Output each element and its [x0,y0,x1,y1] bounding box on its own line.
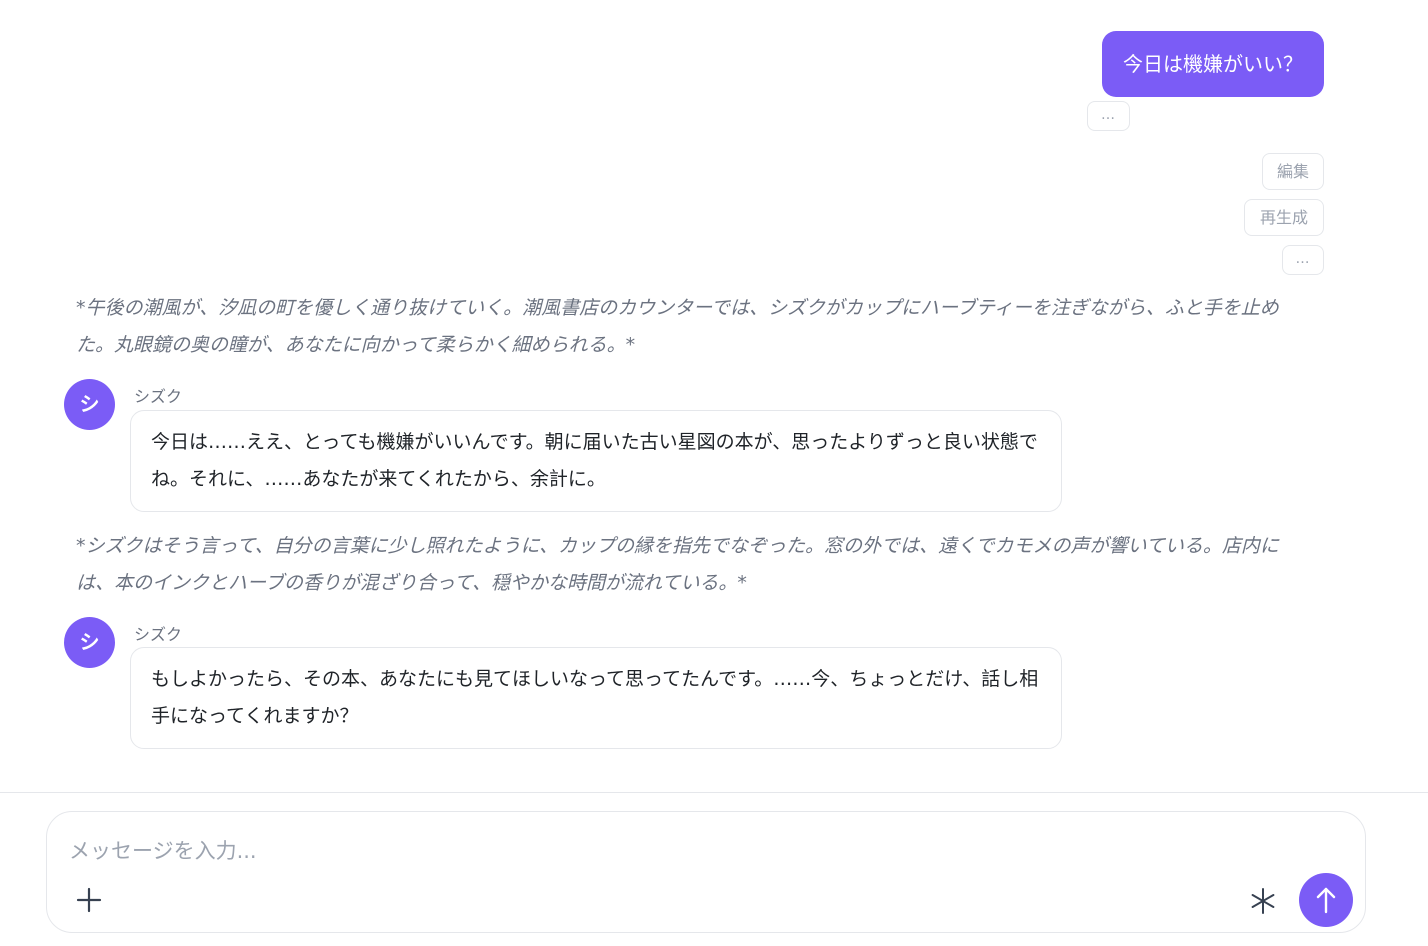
edit-button[interactable]: 編集 [1262,153,1324,190]
avatar: シ [64,379,115,430]
user-message-more-button[interactable]: … [1087,101,1130,131]
narration-text: *シズクはそう言って、自分の言葉に少し照れたように、カップの縁を指先でなぞった。… [76,535,1279,594]
avatar: シ [64,617,115,668]
asterisk-icon[interactable] [1243,880,1283,920]
chat-transcript: 今日は機嫌がいい？ … 編集 再生成 … *午後の潮風が、汐凪の町を優しく通り抜… [0,0,1428,792]
composer-divider [0,792,1428,793]
character-message-bubble: 今日は……ええ、とっても機嫌がいいんです。朝に届いた古い星図の本が、思ったよりず… [130,410,1062,512]
user-message-bubble: 今日は機嫌がいい？ [1102,31,1324,97]
speaker-name: シズク [134,625,183,644]
arrow-up-icon [1316,887,1336,914]
send-button[interactable] [1299,873,1353,927]
regenerate-button[interactable]: 再生成 [1244,199,1324,236]
message-input[interactable] [67,830,1171,872]
more-actions-button[interactable]: … [1282,245,1324,275]
plus-icon[interactable] [69,880,109,920]
message-composer [46,811,1366,933]
speaker-name: シズク [134,387,183,406]
character-message-bubble: もしよかったら、その本、あなたにも見てほしいなって思ってたんです。……今、ちょっ… [130,647,1062,749]
narration-text: *午後の潮風が、汐凪の町を優しく通り抜けていく。潮風書店のカウンターでは、シズク… [76,297,1279,356]
